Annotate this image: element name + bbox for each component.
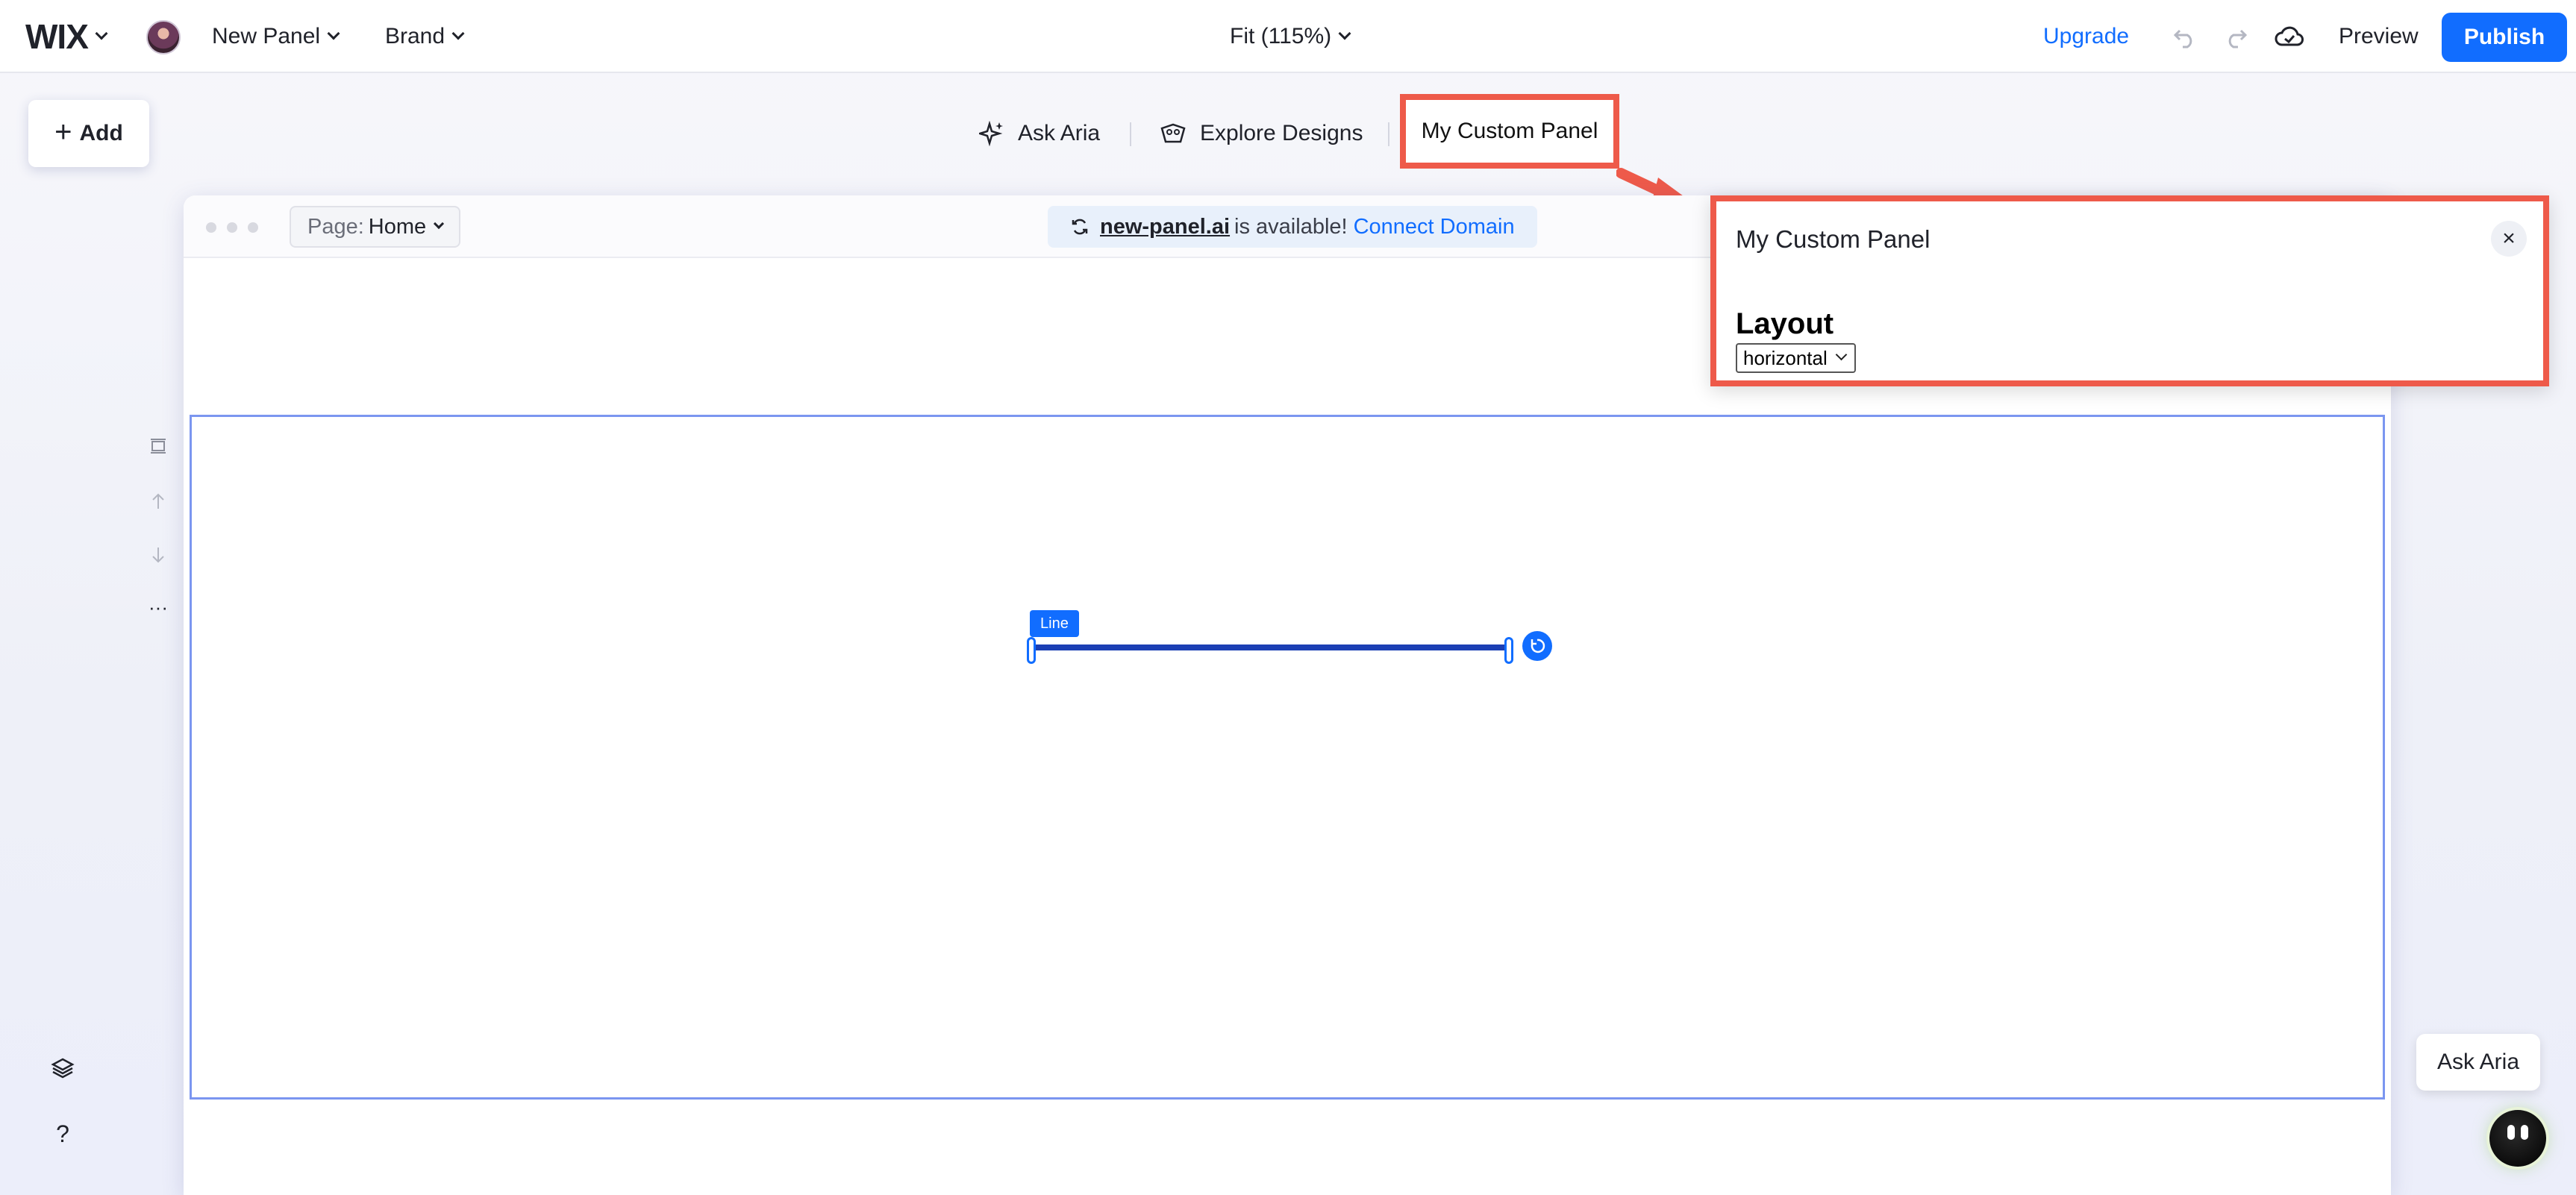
wix-logo-menu[interactable]: WIX (25, 17, 108, 56)
page-selector[interactable]: Page: Home (290, 206, 461, 248)
zoom-menu[interactable]: Fit (115%) (1230, 18, 1351, 55)
more-options-icon[interactable]: ··· (143, 592, 173, 622)
toolbar-divider (1388, 122, 1389, 146)
top-bar: WIX New Panel Brand Fit (115%) Upgrade P… (0, 0, 2576, 73)
layout-select-value: horizontal (1743, 346, 1828, 369)
brand-menu[interactable]: Brand (385, 18, 465, 55)
line-element[interactable] (1031, 644, 1509, 650)
preview-button[interactable]: Preview (2339, 18, 2419, 55)
rotate-icon[interactable] (1522, 631, 1552, 661)
explore-designs-button[interactable]: Explore Designs (1160, 115, 1363, 152)
ask-aria-label: Ask Aria (1018, 121, 1101, 145)
avatar[interactable] (146, 20, 181, 54)
palette-icon (1160, 123, 1186, 143)
link-refresh-icon (1072, 219, 1088, 235)
window-dots (206, 222, 258, 233)
my-custom-panel: My Custom Panel × Layout horizontal (1710, 195, 2549, 386)
close-icon[interactable]: × (2491, 221, 2527, 257)
layout-heading: Layout (1736, 307, 1834, 340)
toolbar-divider (1130, 122, 1131, 146)
redo-icon[interactable] (2219, 21, 2252, 54)
aria-assistant-icon[interactable] (2489, 1110, 2546, 1167)
chevron-down-icon (451, 27, 465, 40)
publish-button[interactable]: Publish (2442, 13, 2567, 62)
selected-section[interactable] (190, 415, 2385, 1100)
connect-domain-link[interactable]: Connect Domain (1354, 215, 1515, 239)
zoom-label: Fit (115%) (1230, 24, 1332, 48)
domain-name[interactable]: new-panel.ai (1100, 215, 1230, 239)
site-menu[interactable]: New Panel (212, 18, 340, 55)
wix-logo: WIX (25, 17, 89, 56)
ask-aria-button[interactable]: Ask Aria (979, 115, 1100, 152)
arrow-up-icon[interactable] (143, 486, 173, 516)
chevron-down-icon (95, 27, 108, 40)
upgrade-link[interactable]: Upgrade (2043, 18, 2129, 55)
my-custom-panel-button[interactable]: My Custom Panel (1400, 94, 1619, 169)
section-layout-icon[interactable] (143, 431, 173, 461)
brand-label: Brand (385, 24, 446, 48)
chevron-down-icon (434, 218, 445, 230)
domain-available-text: is available! (1234, 214, 1348, 239)
arrow-down-icon[interactable] (143, 540, 173, 570)
layers-icon[interactable] (46, 1052, 79, 1085)
chevron-down-icon (327, 27, 340, 40)
sparkle-icon (979, 121, 1003, 146)
plus-icon: + (54, 115, 72, 148)
line-end-handle[interactable] (1504, 637, 1513, 664)
panel-title: My Custom Panel (1736, 225, 1931, 253)
help-icon[interactable]: ? (46, 1117, 79, 1150)
line-start-handle[interactable] (1027, 637, 1036, 664)
undo-icon[interactable] (2169, 21, 2201, 54)
layout-select[interactable]: horizontal (1736, 343, 1856, 373)
page-label: Page: (307, 214, 364, 239)
site-name: New Panel (212, 24, 321, 48)
add-button[interactable]: + Add (28, 100, 149, 167)
add-label: Add (79, 121, 123, 145)
explore-designs-label: Explore Designs (1200, 121, 1363, 145)
page-value: Home (368, 214, 427, 239)
cloud-save-icon[interactable] (2273, 21, 2306, 54)
chevron-down-icon (1338, 27, 1351, 40)
domain-banner: new-panel.ai is available! Connect Domai… (1048, 206, 1537, 248)
line-element-label: Line (1030, 610, 1079, 637)
chevron-down-icon (1835, 348, 1848, 361)
ask-aria-floating-button[interactable]: Ask Aria (2416, 1034, 2540, 1091)
